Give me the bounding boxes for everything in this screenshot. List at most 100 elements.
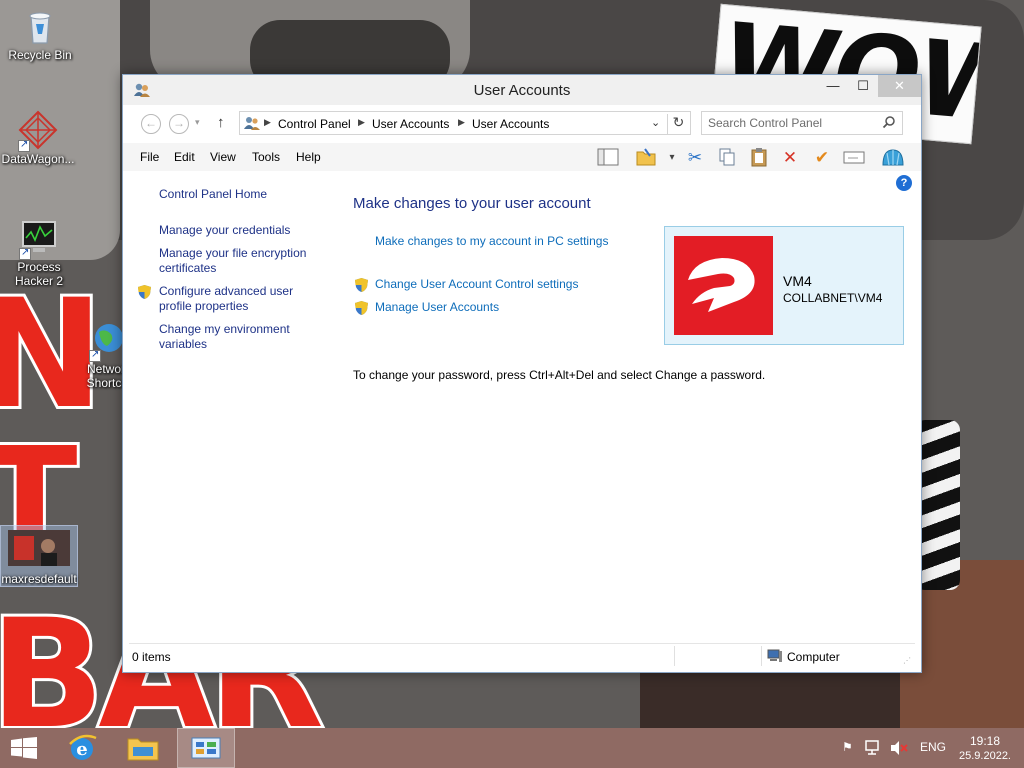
search-input[interactable] [708,115,878,131]
page-title: Make changes to your user account [353,195,591,212]
desktop-icon-recycle-bin[interactable]: Recycle Bin [2,6,78,62]
status-divider [674,646,675,666]
refresh-icon: ↻ [672,114,685,130]
control-panel-home-link[interactable]: Control Panel Home [159,187,329,202]
advanced-user-profile-link[interactable]: Configure advanced user profile properti… [159,284,309,314]
datawagon-icon [18,110,58,152]
desktop-icon-label: Process Hacker 2 [14,260,64,288]
uac-shield-icon [138,285,151,299]
shortcut-arrow-icon [19,246,31,260]
control-panel-icon [244,115,260,134]
volume-muted-icon[interactable] [890,740,908,759]
environment-variables-link[interactable]: Change my environment variables [159,322,309,352]
breadcrumb-separator-icon: ▶ [458,117,465,127]
checkmark-icon[interactable]: ✔ [811,147,833,169]
cut-icon[interactable]: ✂ [684,147,706,169]
file-encryption-certificates-link[interactable]: Manage your file encryption certificates [159,246,319,276]
help-icon[interactable]: ? [896,175,912,191]
delete-icon[interactable]: ✕ [779,147,801,169]
action-center-flag-icon[interactable]: ⚑ [842,740,853,754]
menu-file[interactable]: File [140,150,159,164]
internet-explorer-icon: e [69,734,97,760]
pc-settings-link[interactable]: Make changes to my account in PC setting… [375,234,608,248]
shortcut-arrow-icon [89,348,101,362]
paste-icon[interactable] [748,147,770,169]
start-button[interactable] [0,728,58,768]
close-button[interactable]: ✕ [878,75,921,97]
shell-icon[interactable] [881,147,904,169]
arrow-left-icon: ← [145,116,157,130]
user-name: VM4 [783,273,812,289]
status-bar: 0 items Computer ⋰ [129,643,915,667]
search-icon[interactable] [882,115,896,132]
windows-logo-icon [11,737,37,759]
address-bar-row: ← → ▾ ↑ ▶ Control Panel ▶ User Accounts … [131,111,913,137]
arrow-right-icon: → [173,116,185,130]
image-thumbnail-icon [8,526,70,570]
layout-pane-icon[interactable] [597,147,619,169]
breadcrumb-control-panel[interactable]: Control Panel [278,117,351,131]
resize-grip-icon[interactable]: ⋰ [903,656,911,665]
chevron-down-icon: ▾ [195,117,200,127]
taskbar-control-panel[interactable] [177,728,235,768]
menu-edit[interactable]: Edit [174,150,195,164]
forward-button[interactable]: → [169,114,189,134]
uac-settings-link[interactable]: Change User Account Control settings [375,277,578,291]
taskbar-file-explorer[interactable] [116,728,174,768]
desktop-icon-label: DataWagon... [1,152,75,166]
desktop-icon-maxresdefault[interactable]: maxresdefault [0,525,78,587]
shortcut-arrow-icon [18,138,30,152]
menu-view[interactable]: View [210,150,236,164]
avatar[interactable] [674,236,773,335]
user-account-tile: VM4 COLLABNET\VM4 [664,226,904,345]
toolbar-dropdown-button[interactable]: ▾ [661,147,683,169]
status-divider [761,646,762,666]
minimize-button[interactable]: — [818,75,848,97]
user-accounts-window: User Accounts — ☐ ✕ ← → ▾ ↑ ▶ Control Pa… [122,74,922,673]
recent-pages-button[interactable]: ▾ [195,117,200,128]
control-panel-icon [191,737,221,759]
network-icon[interactable] [864,740,882,759]
back-button[interactable]: ← [141,114,161,134]
desktop-icon-datawagon[interactable]: DataWagon... [0,110,76,166]
status-location: Computer [787,650,840,664]
manage-user-accounts-link[interactable]: Manage User Accounts [375,300,499,314]
input-language[interactable]: ENG [920,740,946,754]
menu-help[interactable]: Help [296,150,321,164]
clock-date[interactable]: 25.9.2022. [950,750,1020,762]
user-avatar-logo-icon [688,258,755,312]
window-title: User Accounts [473,82,571,99]
desktop-icon-process-hacker[interactable]: Process Hacker 2 [1,218,77,288]
svg-text:e: e [76,739,87,760]
breadcrumb-user-accounts-current[interactable]: User Accounts [472,117,549,131]
arrow-up-icon: ↑ [217,114,225,131]
chevron-down-icon: ▾ [669,152,675,163]
computer-icon [767,649,783,666]
maximize-button[interactable]: ☐ [848,75,878,97]
menu-tools[interactable]: Tools [252,150,280,164]
password-instructions: To change your password, press Ctrl+Alt+… [353,368,766,382]
chevron-down-icon: ⌄ [651,117,661,129]
manage-credentials-link[interactable]: Manage your credentials [159,223,329,238]
address-history-button[interactable]: ⌄ [651,116,660,129]
refresh-button[interactable]: ↻ [667,114,689,134]
address-field[interactable]: ▶ Control Panel ▶ User Accounts ▶ User A… [239,111,691,135]
properties-folder-icon[interactable] [635,147,657,169]
breadcrumb-separator-icon: ▶ [358,117,365,127]
rename-icon[interactable] [843,147,865,169]
search-box[interactable] [701,111,903,135]
uac-shield-icon [355,301,368,315]
up-button[interactable]: ↑ [217,114,225,131]
breadcrumb-user-accounts[interactable]: User Accounts [372,117,449,131]
desktop-icon-label: Recycle Bin [8,48,72,62]
copy-icon[interactable] [716,147,738,169]
clock-time[interactable]: 19:18 [966,734,1004,748]
title-bar[interactable]: User Accounts — ☐ ✕ [123,75,921,105]
process-hacker-icon [19,218,59,260]
menu-bar: File Edit View Tools Help ▾ ✂ ✕ ✔ [123,143,921,171]
taskbar-internet-explorer[interactable]: e [54,728,112,768]
uac-shield-icon [355,278,368,292]
folder-icon [127,738,159,761]
recycle-bin-icon [20,6,60,46]
breadcrumb-separator-icon: ▶ [264,117,271,127]
